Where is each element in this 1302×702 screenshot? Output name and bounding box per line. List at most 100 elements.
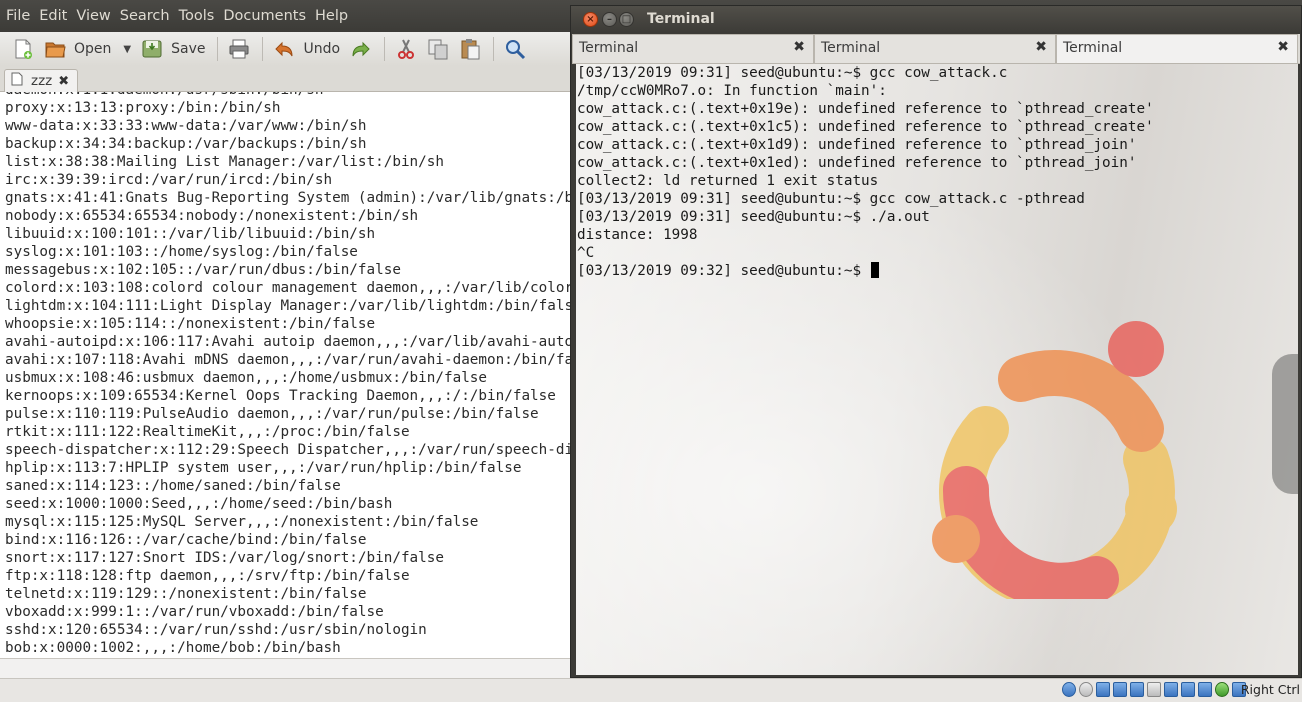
close-icon[interactable]: ✖ [1277, 39, 1289, 55]
guest-additions-icon[interactable] [1215, 682, 1229, 697]
virtualization-icon[interactable] [1198, 682, 1212, 697]
editor-line: bind:x:116:126::/var/cache/bind:/bin/fal… [5, 532, 367, 548]
folder-open-icon [44, 38, 66, 60]
toolbar-separator [493, 37, 495, 61]
editor-line: telnetd:x:119:129::/nonexistent:/bin/fal… [5, 586, 367, 602]
menu-edit[interactable]: Edit [35, 8, 71, 24]
editor-line: ftp:x:118:128:ftp daemon,,,:/srv/ftp:/bi… [5, 568, 410, 584]
close-icon[interactable]: ✖ [793, 39, 805, 55]
editor-line: usbmux:x:108:46:usbmux daemon,,,:/home/u… [5, 370, 488, 386]
editor-line: colord:x:103:108:colord colour managemen… [5, 280, 572, 296]
editor-line: sshd:x:120:65534::/var/run/sshd:/usr/sbi… [5, 622, 427, 638]
undo-button[interactable]: Undo [269, 34, 344, 64]
network-icon[interactable] [1113, 682, 1127, 697]
terminal-line: cow_attack.c:(.text+0x1d9): undefined re… [577, 137, 1137, 153]
terminal-prompt-line[interactable]: [03/13/2019 09:32] seed@ubuntu:~$ [577, 262, 1154, 280]
open-label: Open [74, 41, 112, 57]
editor-line: lightdm:x:104:111:Light Display Manager:… [5, 298, 572, 314]
usb-icon[interactable] [1130, 682, 1144, 697]
terminal-tab-label: Terminal [579, 40, 639, 56]
terminal-lines: [03/13/2019 09:31] seed@ubuntu:~$ gcc co… [577, 64, 1154, 280]
audio-icon[interactable] [1096, 682, 1110, 697]
terminal-line: [03/13/2019 09:31] seed@ubuntu:~$ gcc co… [577, 65, 1008, 81]
undo-arrow-icon [273, 38, 295, 60]
document-tab[interactable]: zzz ✖ [4, 69, 78, 92]
editor-line: list:x:38:38:Mailing List Manager:/var/l… [5, 154, 444, 170]
wallpaper-shape [1272, 354, 1298, 494]
menu-help[interactable]: Help [311, 8, 352, 24]
open-dropdown-chevron-icon[interactable]: ▼ [123, 44, 131, 55]
maximize-window-icon[interactable]: □ [619, 12, 634, 27]
terminal-window-title: Terminal [647, 11, 715, 27]
printer-icon [228, 38, 250, 60]
save-icon [141, 38, 163, 60]
terminal-tab-1[interactable]: Terminal ✖ [572, 34, 814, 63]
hard-disk-icon[interactable] [1062, 682, 1076, 697]
editor-line: avahi-autoipd:x:106:117:Avahi autoip dae… [5, 334, 572, 350]
toolbar-separator [262, 37, 264, 61]
open-button[interactable]: Open ▼ [40, 34, 135, 64]
toolbar-separator [217, 37, 219, 61]
terminal-line: /tmp/ccW0MRo7.o: In function `main': [577, 83, 887, 99]
text-editor-area[interactable]: daemon:x:1:1:daemon:/usr/sbin:/bin/shpro… [0, 92, 572, 658]
editor-line: whoopsie:x:105:114::/nonexistent:/bin/fa… [5, 316, 376, 332]
menu-file[interactable]: File [2, 8, 34, 24]
terminal-tab-3[interactable]: Terminal ✖ [1056, 34, 1298, 63]
minimize-window-icon[interactable]: – [602, 12, 617, 27]
editor-line: syslog:x:101:103::/home/syslog:/bin/fals… [5, 244, 358, 260]
print-button[interactable] [224, 34, 254, 64]
editor-line: nobody:x:65534:65534:nobody:/nonexistent… [5, 208, 419, 224]
copy-icon [427, 38, 449, 60]
editor-line: speech-dispatcher:x:112:29:Speech Dispat… [5, 442, 572, 458]
display-icon[interactable] [1164, 682, 1178, 697]
close-window-icon[interactable]: × [583, 12, 598, 27]
terminal-line: cow_attack.c:(.text+0x19e): undefined re… [577, 101, 1154, 117]
document-tabbar: zzz ✖ [0, 66, 580, 92]
toolbar-separator [384, 37, 386, 61]
save-button[interactable]: Save [137, 34, 209, 64]
editor-line: kernoops:x:109:65534:Kernel Oops Trackin… [5, 388, 556, 404]
terminal-window: × – □ Terminal Terminal ✖ Terminal ✖ Ter… [570, 5, 1302, 678]
text-file-icon [11, 72, 23, 90]
close-icon[interactable]: ✖ [58, 74, 69, 89]
menu-view[interactable]: View [72, 8, 114, 24]
document-tab-label: zzz [31, 73, 53, 89]
cut-button[interactable] [391, 34, 421, 64]
host-key-label: Right Ctrl [1240, 682, 1300, 697]
redo-button[interactable] [346, 34, 376, 64]
editor-line: backup:x:34:34:backup:/var/backups:/bin/… [5, 136, 367, 152]
menu-tools[interactable]: Tools [175, 8, 219, 24]
editor-line: proxy:x:13:13:proxy:/bin:/bin/sh [5, 100, 281, 116]
shared-folders-icon[interactable] [1147, 682, 1161, 697]
search-icon [504, 38, 526, 60]
save-label: Save [171, 41, 206, 57]
menu-search[interactable]: Search [116, 8, 174, 24]
new-document-button[interactable] [8, 34, 38, 64]
scissors-icon [395, 38, 417, 60]
copy-button[interactable] [423, 34, 453, 64]
video-capture-icon[interactable] [1181, 682, 1195, 697]
terminal-output[interactable]: [03/13/2019 09:31] seed@ubuntu:~$ gcc co… [576, 64, 1298, 675]
editor-line: mysql:x:115:125:MySQL Server,,,:/nonexis… [5, 514, 479, 530]
terminal-line: [03/13/2019 09:31] seed@ubuntu:~$ ./a.ou… [577, 209, 930, 225]
optical-drive-icon[interactable] [1079, 682, 1093, 697]
terminal-tab-2[interactable]: Terminal ✖ [814, 34, 1056, 63]
close-icon[interactable]: ✖ [1035, 39, 1047, 55]
menu-documents[interactable]: Documents [219, 8, 310, 24]
terminal-tabbar: Terminal ✖ Terminal ✖ Terminal ✖ [572, 34, 1300, 64]
editor-line: pulse:x:110:119:PulseAudio daemon,,,:/va… [5, 406, 539, 422]
editor-line: vboxadd:x:999:1::/var/run/vboxadd:/bin/f… [5, 604, 384, 620]
terminal-tab-label: Terminal [821, 40, 881, 56]
terminal-titlebar[interactable]: × – □ Terminal [571, 6, 1301, 33]
terminal-line: cow_attack.c:(.text+0x1ed): undefined re… [577, 155, 1137, 171]
editor-line: seed:x:1000:1000:Seed,,,:/home/seed:/bin… [5, 496, 393, 512]
editor-line: www-data:x:33:33:www-data:/var/www:/bin/… [5, 118, 367, 134]
editor-line: avahi:x:107:118:Avahi mDNS daemon,,,:/va… [5, 352, 572, 368]
redo-arrow-icon [350, 38, 372, 60]
ubuntu-logo-wallpaper-icon [932, 321, 1177, 599]
editor-line: hplip:x:113:7:HPLIP system user,,,:/var/… [5, 460, 522, 476]
terminal-line: distance: 1998 [577, 227, 698, 243]
terminal-line: cow_attack.c:(.text+0x1c5): undefined re… [577, 119, 1154, 135]
paste-button[interactable] [455, 34, 485, 64]
find-button[interactable] [500, 34, 530, 64]
